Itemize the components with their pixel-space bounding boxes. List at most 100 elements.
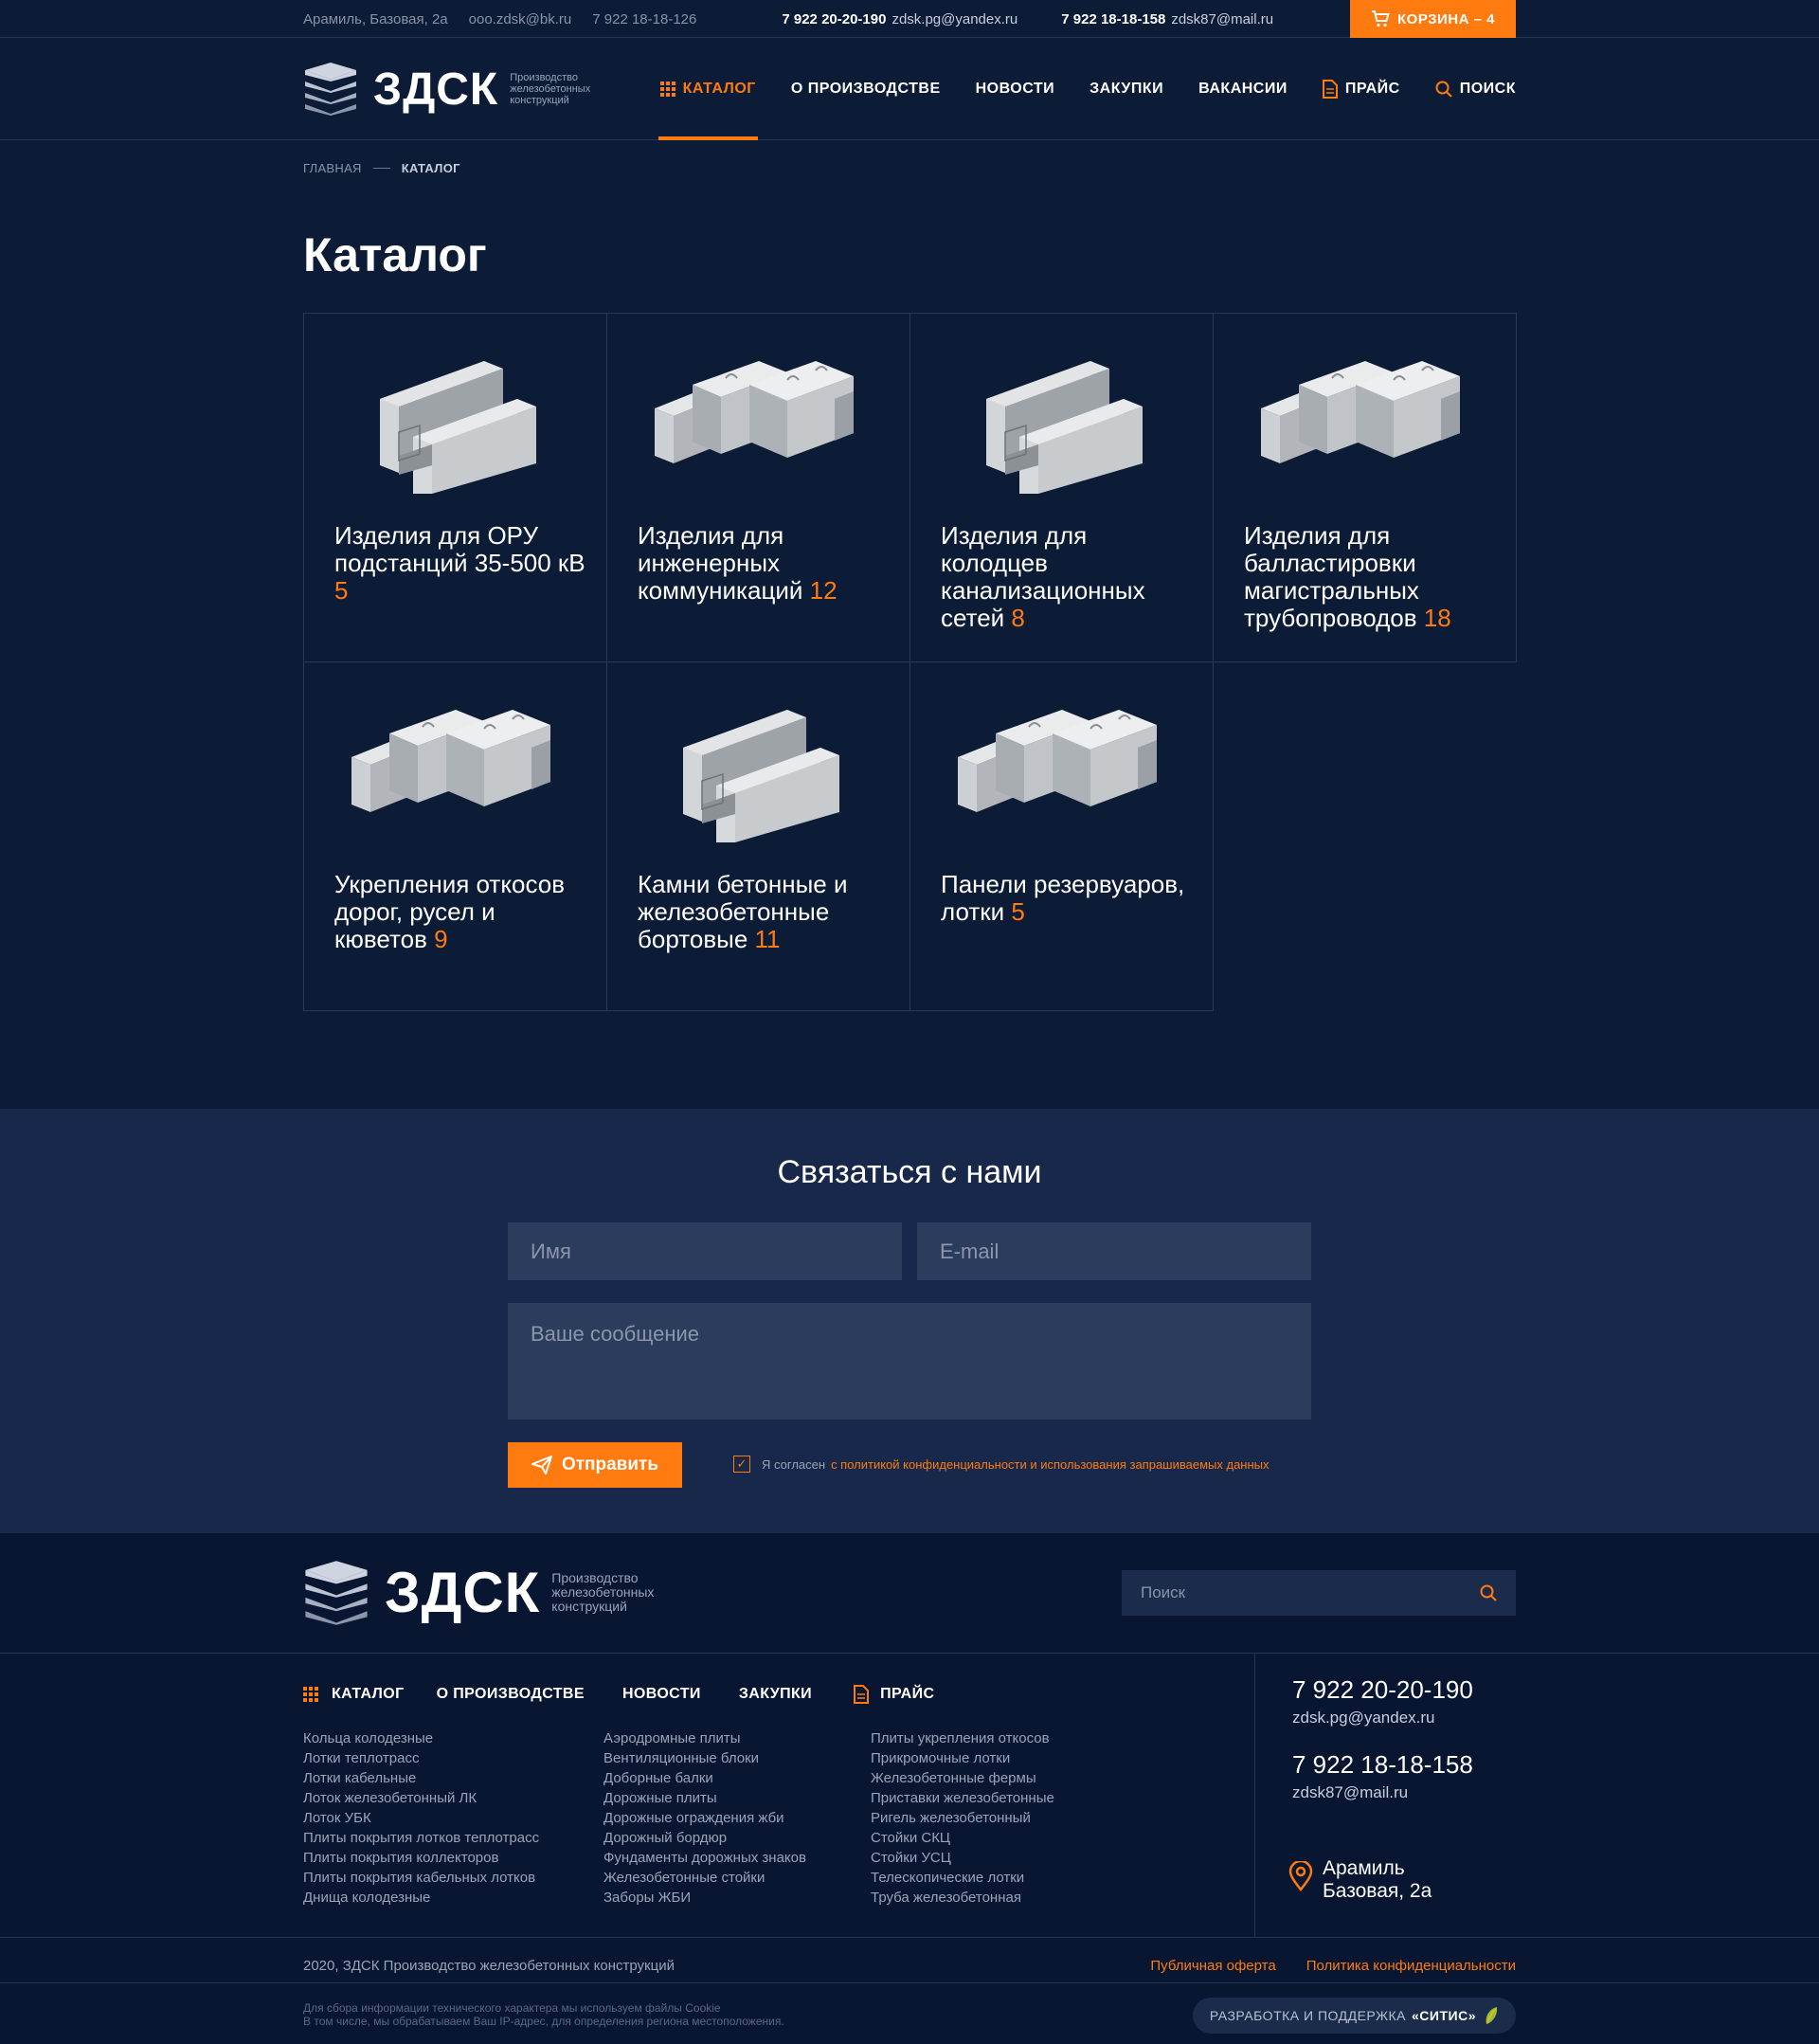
footer-link[interactable]: Аэродромные плиты — [603, 1728, 806, 1748]
catalog-card[interactable]: Укрепления откосов дорог, русел и кювето… — [303, 661, 607, 1011]
footer-nav-news[interactable]: НОВОСТИ — [622, 1686, 701, 1703]
footer-link[interactable]: Плиты покрытия кабельных лотков — [303, 1868, 539, 1888]
public-offer-link[interactable]: Публичная оферта — [1150, 1958, 1275, 1974]
footer-nav-production[interactable]: О ПРОИЗВОДСТВЕ — [437, 1686, 585, 1703]
catalog-card[interactable]: Панели резервуаров, лотки 5 — [910, 661, 1214, 1011]
product-image — [645, 691, 873, 842]
nav-price[interactable]: ПРАЙС — [1322, 38, 1400, 140]
footer-search-input[interactable]: Поиск — [1122, 1570, 1516, 1616]
catalog-card-count: 12 — [802, 576, 837, 605]
divider — [0, 1937, 1819, 1938]
footer-logo[interactable]: ЗДСК Производство железобетонных констру… — [303, 1560, 693, 1625]
send-label: Отправить — [561, 1455, 659, 1474]
nav-vacancies[interactable]: ВАКАНСИИ — [1198, 38, 1288, 140]
footer-nav-price[interactable]: ПРАЙС — [854, 1685, 934, 1704]
footer-link[interactable]: Ригель железобетонный — [871, 1808, 1054, 1828]
contact-section: Связаться с нами Имя E-mail Ваше сообщен… — [0, 1109, 1819, 1533]
footer-email-link[interactable]: zdsk.pg@yandex.ru — [1292, 1709, 1435, 1727]
top-phone-link[interactable]: 7 922 18-18-126 — [592, 11, 696, 27]
catalog-card-count: 9 — [426, 925, 448, 953]
footer-link[interactable]: Железобетонные фермы — [871, 1768, 1054, 1788]
top-phone-link[interactable]: 7 922 20-20-190 — [782, 11, 886, 27]
message-field[interactable]: Ваше сообщение — [508, 1303, 1311, 1420]
footer-link[interactable]: Днища колодезные — [303, 1888, 539, 1908]
logo-slabs-icon — [305, 1560, 368, 1625]
leaf-logo-icon — [1486, 2007, 1498, 2024]
email-field[interactable]: E-mail — [917, 1222, 1311, 1280]
footer-link[interactable]: Заборы ЖБИ — [603, 1888, 806, 1908]
consent-checkbox[interactable]: ✓ — [733, 1456, 750, 1473]
cookie-notice: Для сбора информации технического характ… — [303, 2001, 784, 2028]
nav-catalog[interactable]: КАТАЛОГ — [657, 38, 759, 140]
footer-link[interactable]: Железобетонные стойки — [603, 1868, 806, 1888]
footer-link[interactable]: Телескопические лотки — [871, 1868, 1054, 1888]
footer-address-street: Базовая, 2а — [1323, 1880, 1432, 1902]
footer-phone-link[interactable]: 7 922 18-18-158 — [1292, 1750, 1473, 1780]
site-header: ЗДСК Производство железобетонных констру… — [0, 38, 1819, 140]
catalog-card[interactable]: Изделия для колодцев канализационных сет… — [910, 313, 1214, 662]
footer-links-column-1: Кольца колодезные Лотки теплотрасс Лотки к… — [303, 1728, 539, 1908]
top-email-link[interactable]: zdsk.pg@yandex.ru — [891, 11, 1018, 27]
top-phone-link[interactable]: 7 922 18-18-158 — [1061, 11, 1165, 27]
footer-link[interactable]: Труба железобетонная — [871, 1888, 1054, 1908]
catalog-card[interactable]: Изделия для инженерных коммуникаций 12 — [606, 313, 910, 662]
footer-link[interactable]: Вентиляционные блоки — [603, 1748, 806, 1768]
footer-link[interactable]: Плиты укрепления откосов — [871, 1728, 1054, 1748]
footer-phone-link[interactable]: 7 922 20-20-190 — [1292, 1675, 1473, 1705]
footer-link[interactable]: Прикромочные лотки — [871, 1748, 1054, 1768]
search-icon[interactable] — [1480, 1584, 1497, 1601]
footer-link[interactable]: Стойки СКЦ — [871, 1828, 1054, 1848]
footer-link[interactable]: Дорожный бордюр — [603, 1828, 806, 1848]
nav-purchases[interactable]: ЗАКУПКИ — [1090, 38, 1163, 140]
cart-button[interactable]: КОРЗИНА – 4 — [1350, 0, 1516, 38]
footer-link[interactable]: Фундаменты дорожных знаков — [603, 1848, 806, 1868]
footer-logo-subtitle: Производство железобетонных конструкций — [551, 1570, 655, 1614]
footer-link[interactable]: Стойки УСЦ — [871, 1848, 1054, 1868]
grid-icon — [659, 81, 675, 97]
nav-search[interactable]: ПОИСК — [1435, 38, 1516, 140]
footer-link[interactable]: Дорожные ограждения жби — [603, 1808, 806, 1828]
catalog-card[interactable]: Изделия для ОРУ подстанций 35-500 кВ 5 — [303, 313, 607, 662]
privacy-policy-link[interactable]: с политикой конфиденциальности и использ… — [831, 1457, 1269, 1472]
send-button[interactable]: Отправить — [508, 1442, 682, 1488]
site-footer: ЗДСК Производство железобетонных констру… — [0, 1533, 1819, 2044]
footer-nav-catalog[interactable]: КАТАЛОГ — [303, 1686, 405, 1703]
breadcrumb: ГЛАВНАЯ КАТАЛОГ — [303, 161, 1516, 175]
catalog-card-title: Укрепления откосов дорог, русел и кювето… — [334, 870, 566, 953]
catalog-card-count: 5 — [1004, 897, 1025, 926]
footer-link[interactable]: Плиты покрытия лотков теплотрасс — [303, 1828, 539, 1848]
privacy-link[interactable]: Политика конфиденциальности — [1306, 1958, 1516, 1974]
nav-price-label: ПРАЙС — [1344, 81, 1400, 97]
top-email-link[interactable]: zdsk87@mail.ru — [1171, 11, 1273, 27]
divider — [1254, 1653, 1255, 1937]
paper-plane-icon — [531, 1456, 552, 1474]
nav-news[interactable]: НОВОСТИ — [976, 38, 1055, 140]
product-image — [948, 691, 1176, 842]
footer-link[interactable]: Лоток железобетонный ЛК — [303, 1788, 539, 1808]
footer-link[interactable]: Кольца колодезные — [303, 1728, 539, 1748]
nav-production[interactable]: О ПРОИЗВОДСТВЕ — [791, 38, 941, 140]
footer-email-link[interactable]: zdsk87@mail.ru — [1292, 1783, 1408, 1802]
footer-nav-purchases[interactable]: ЗАКУПКИ — [739, 1686, 812, 1703]
breadcrumb-home[interactable]: ГЛАВНАЯ — [303, 161, 362, 175]
footer-link[interactable]: Доборные балки — [603, 1768, 806, 1788]
top-address: Арамиль, Базовая, 2а — [303, 10, 448, 27]
divider — [0, 1982, 1819, 1983]
footer-link[interactable]: Приставки железобетонные — [871, 1788, 1054, 1808]
location-pin-icon — [1288, 1861, 1313, 1891]
breadcrumb-separator — [372, 168, 390, 169]
footer-link[interactable]: Дорожные плиты — [603, 1788, 806, 1808]
footer-link[interactable]: Плиты покрытия коллекторов — [303, 1848, 539, 1868]
name-field[interactable]: Имя — [508, 1222, 902, 1280]
logo-wordmark: ЗДСК — [373, 63, 499, 115]
logo[interactable]: ЗДСК Производство железобетонных констру… — [303, 63, 623, 116]
catalog-card[interactable]: Камни бетонные и железобетонные бортовые… — [606, 661, 910, 1011]
top-email-link[interactable]: ooo.zdsk@bk.ru — [469, 11, 572, 27]
cookie-notice-line: В том числе, мы обрабатываем Ваш IP-адре… — [303, 2015, 784, 2028]
catalog-card[interactable]: Изделия для балластировки магистральных … — [1213, 313, 1517, 662]
developer-badge[interactable]: РАЗРАБОТКА И ПОДДЕРЖКА «СИТИС» — [1192, 1998, 1516, 2034]
footer-link[interactable]: Лотки кабельные — [303, 1768, 539, 1788]
footer-link[interactable]: Лотки теплотрасс — [303, 1748, 539, 1768]
footer-link[interactable]: Лоток УБК — [303, 1808, 539, 1828]
catalog-card-title: Изделия для ОРУ подстанций 35-500 кВ 5 — [334, 521, 585, 605]
